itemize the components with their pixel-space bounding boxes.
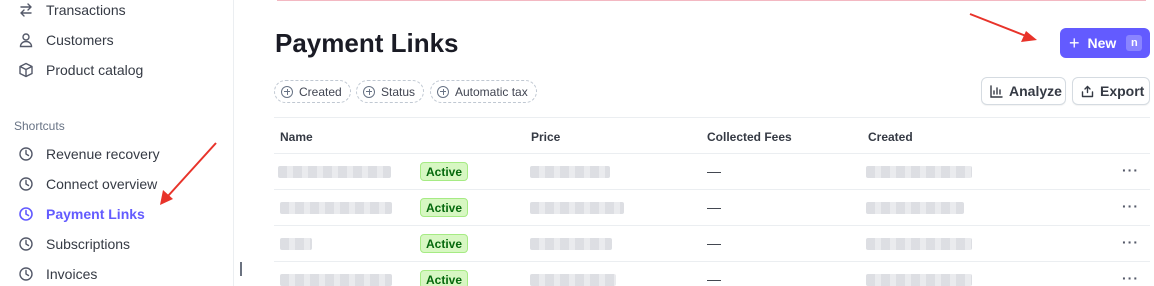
collected-fees-value: — xyxy=(707,163,721,179)
sidebar-item-product-catalog[interactable]: Product catalog xyxy=(18,59,143,81)
column-header-created[interactable]: Created xyxy=(868,130,913,144)
redacted-created xyxy=(866,274,972,286)
redacted-name xyxy=(280,238,312,250)
status-badge: Active xyxy=(420,270,468,286)
plus-icon: + xyxy=(1069,33,1080,53)
row-divider xyxy=(274,189,1150,190)
export-icon xyxy=(1081,85,1094,98)
clock-icon xyxy=(18,236,34,252)
analyze-label: Analyze xyxy=(1009,83,1062,99)
sidebar-item-connect-overview[interactable]: Connect overview xyxy=(18,173,157,195)
redacted-created xyxy=(866,238,972,250)
export-label: Export xyxy=(1100,83,1145,99)
filter-created[interactable]: Created xyxy=(274,80,351,103)
person-icon xyxy=(18,32,34,48)
header-divider xyxy=(274,153,1150,154)
table-top-border xyxy=(274,117,1150,118)
clock-icon xyxy=(18,146,34,162)
top-divider xyxy=(277,0,1146,1)
column-header-collected-fees[interactable]: Collected Fees xyxy=(707,130,792,144)
circle-plus-icon xyxy=(281,85,293,98)
row-divider xyxy=(274,225,1150,226)
row-more-icon[interactable]: ··· xyxy=(1122,270,1139,286)
bar-chart-icon xyxy=(990,84,1003,98)
sidebar-item-revenue-recovery[interactable]: Revenue recovery xyxy=(18,143,160,165)
redacted-name xyxy=(280,274,392,286)
collected-fees-value: — xyxy=(707,235,721,251)
status-badge: Active xyxy=(420,198,468,217)
sidebar-item-label: Transactions xyxy=(46,2,126,18)
page-title: Payment Links xyxy=(275,28,459,58)
status-badge: Active xyxy=(420,234,468,253)
row-more-icon[interactable]: ··· xyxy=(1122,162,1139,178)
box-icon xyxy=(18,62,34,78)
sidebar-item-payment-links[interactable]: Payment Links xyxy=(18,203,145,225)
sidebar-item-label: Revenue recovery xyxy=(46,146,160,162)
sidebar-item-label: Payment Links xyxy=(46,206,145,222)
clock-icon xyxy=(18,266,34,282)
export-button[interactable]: Export xyxy=(1072,77,1150,105)
new-button-label: New xyxy=(1087,35,1117,51)
sidebar-item-transactions[interactable]: Transactions xyxy=(18,0,126,21)
clock-icon xyxy=(18,206,34,222)
column-header-name[interactable]: Name xyxy=(280,130,313,144)
sidebar-item-label: Connect overview xyxy=(46,176,158,192)
redacted-created xyxy=(866,166,972,178)
sidebar-item-label: Customers xyxy=(46,32,114,48)
circle-plus-icon xyxy=(437,85,449,98)
arrows-exchange-icon xyxy=(18,2,34,18)
redacted-price xyxy=(530,238,612,250)
row-more-icon[interactable]: ··· xyxy=(1122,234,1139,250)
redacted-name xyxy=(278,166,391,178)
new-payment-link-button[interactable]: + New n xyxy=(1060,28,1150,58)
column-header-price[interactable]: Price xyxy=(531,130,560,144)
circle-plus-icon xyxy=(363,85,375,98)
redacted-price xyxy=(530,202,624,214)
annotation-arrow-to-new-button xyxy=(969,13,1037,42)
sidebar-item-label: Product catalog xyxy=(46,62,144,78)
sidebar-item-label: Invoices xyxy=(46,266,98,282)
redacted-price xyxy=(530,274,616,286)
filter-automatic-tax[interactable]: Automatic tax xyxy=(430,80,537,103)
sidebar-item-customers[interactable]: Customers xyxy=(18,29,114,51)
sidebar-item-subscriptions[interactable]: Subscriptions xyxy=(18,233,130,255)
row-divider xyxy=(274,261,1150,262)
status-badge: Active xyxy=(420,162,468,181)
clock-icon xyxy=(18,176,34,192)
sidebar: Transactions Customers Product catalog S… xyxy=(0,0,234,286)
filter-status[interactable]: Status xyxy=(356,80,425,103)
redacted-price xyxy=(530,166,610,178)
filter-label: Created xyxy=(299,84,342,99)
analyze-button[interactable]: Analyze xyxy=(981,77,1066,105)
sidebar-item-invoices[interactable]: Invoices xyxy=(18,263,97,285)
sidebar-resize-handle[interactable] xyxy=(240,262,242,276)
filter-label: Automatic tax xyxy=(455,84,528,99)
shortcuts-heading: Shortcuts xyxy=(14,119,65,133)
keyboard-shortcut-badge: n xyxy=(1126,35,1143,51)
filter-label: Status xyxy=(381,84,416,99)
sidebar-item-label: Subscriptions xyxy=(46,236,131,252)
row-more-icon[interactable]: ··· xyxy=(1122,198,1139,214)
collected-fees-value: — xyxy=(707,199,721,215)
redacted-name xyxy=(280,202,392,214)
collected-fees-value: — xyxy=(707,271,721,286)
redacted-created xyxy=(866,202,964,214)
